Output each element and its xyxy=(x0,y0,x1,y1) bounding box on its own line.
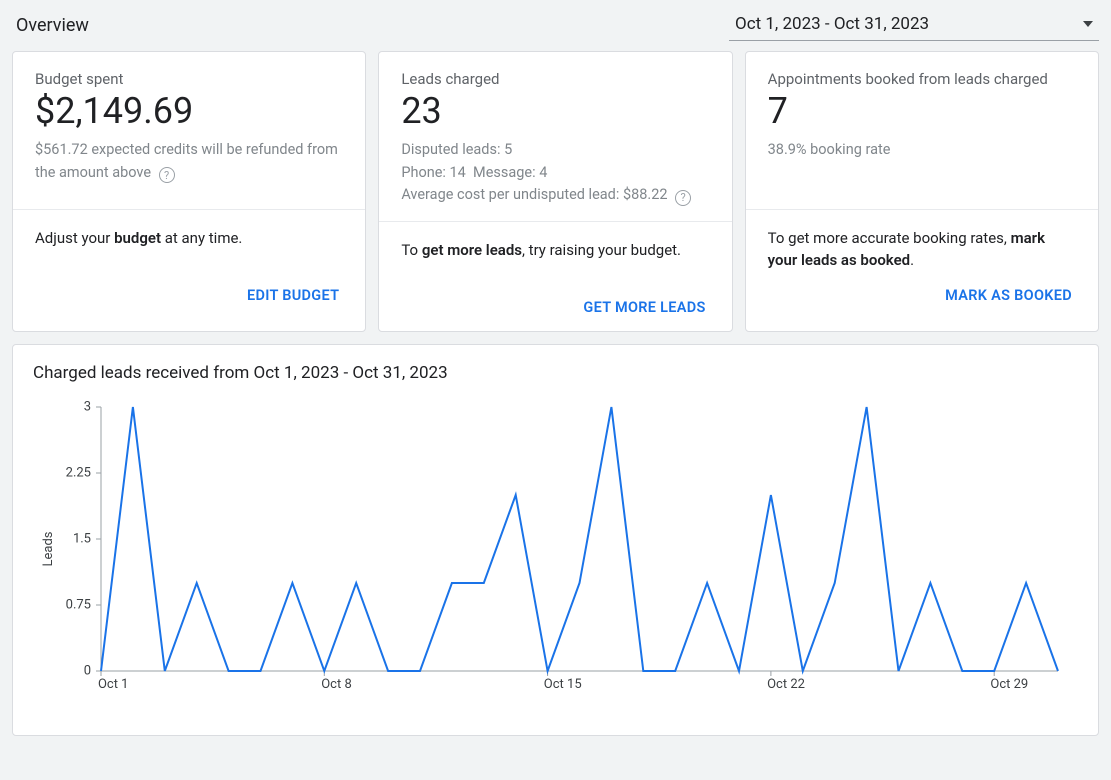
chart-card: Charged leads received from Oct 1, 2023 … xyxy=(12,344,1099,736)
date-range-picker[interactable]: Oct 1, 2023 - Oct 31, 2023 xyxy=(729,10,1099,41)
budget-label: Budget spent xyxy=(35,70,343,88)
y-tick-label: 3 xyxy=(51,399,91,414)
x-tick-label: Oct 8 xyxy=(321,677,352,692)
x-tick-label: Oct 29 xyxy=(990,677,1028,692)
y-tick-label: 0 xyxy=(51,663,91,678)
y-tick-label: 2.25 xyxy=(51,465,91,480)
info-icon[interactable]: ? xyxy=(159,167,175,183)
leads-label: Leads charged xyxy=(401,70,709,88)
get-more-leads-button[interactable]: GET MORE LEADS xyxy=(577,298,711,317)
x-tick-label: Oct 22 xyxy=(767,677,805,692)
card-leads: Leads charged 23 Disputed leads: 5 Phone… xyxy=(378,51,732,332)
x-tick-label: Oct 1 xyxy=(98,677,129,692)
leads-chart: Leads 00.751.52.253Oct 1Oct 8Oct 15Oct 2… xyxy=(33,399,1078,699)
mark-as-booked-button[interactable]: MARK AS BOOKED xyxy=(939,286,1078,305)
info-icon[interactable]: ? xyxy=(675,190,691,206)
card-appointments: Appointments booked from leads charged 7… xyxy=(745,51,1099,332)
date-range-text: Oct 1, 2023 - Oct 31, 2023 xyxy=(735,14,929,34)
edit-budget-button[interactable]: EDIT BUDGET xyxy=(241,286,345,305)
y-tick-label: 0.75 xyxy=(51,597,91,612)
x-tick-label: Oct 15 xyxy=(544,677,582,692)
y-tick-label: 1.5 xyxy=(51,531,91,546)
page-title: Overview xyxy=(12,15,89,36)
budget-metric: $2,149.69 xyxy=(35,90,343,133)
chart-title: Charged leads received from Oct 1, 2023 … xyxy=(33,363,1078,383)
chevron-down-icon xyxy=(1083,21,1093,27)
leads-desc: Disputed leads: 5 Phone: 14 Message: 4 A… xyxy=(401,139,709,206)
appointments-desc: 38.9% booking rate xyxy=(768,139,1076,161)
leads-metric: 23 xyxy=(401,90,709,133)
appointments-metric: 7 xyxy=(768,90,1076,133)
appointments-hint: To get more accurate booking rates, mark… xyxy=(746,210,1098,276)
budget-desc: $561.72 expected credits will be refunde… xyxy=(35,139,343,184)
leads-hint: To get more leads, try raising your budg… xyxy=(379,222,731,288)
card-budget: Budget spent $2,149.69 $561.72 expected … xyxy=(12,51,366,332)
appointments-label: Appointments booked from leads charged xyxy=(768,70,1076,88)
budget-hint: Adjust your budget at any time. xyxy=(13,210,365,276)
